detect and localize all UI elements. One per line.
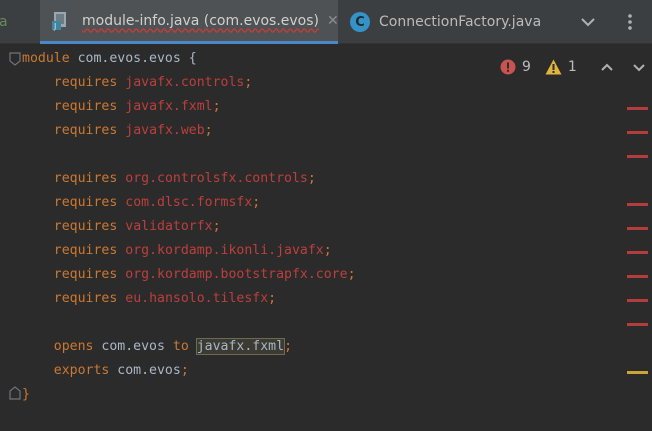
code-line-11: requires eu.hansolo.tilesfx; — [53, 291, 277, 306]
warning-count: 1 — [567, 59, 577, 75]
highlighted-reference: javafx.fxml — [195, 338, 286, 355]
error-stripe-marker[interactable] — [627, 227, 648, 230]
chevron-down-icon — [633, 64, 645, 72]
code-line-4: requires javafx.web; — [53, 123, 213, 138]
code-line-8: requires validatorfx; — [53, 219, 221, 234]
java-module-file-icon: J — [52, 11, 74, 31]
error-stripe-marker[interactable] — [627, 251, 648, 254]
code-line-3: requires javafx.fxml; — [53, 99, 221, 114]
warning-stripe-marker[interactable] — [627, 371, 648, 374]
code-line-2: requires javafx.controls; — [53, 75, 253, 90]
svg-text:J: J — [53, 22, 56, 31]
chevron-up-icon — [601, 63, 613, 71]
code-line-15: } — [22, 387, 30, 402]
error-stripe-marker[interactable] — [627, 203, 648, 206]
fold-start-icon[interactable] — [9, 52, 21, 66]
show-hidden-tabs-button[interactable] — [568, 0, 608, 44]
code-line-13: opens com.evos to javafx.fxml; — [53, 338, 293, 355]
error-icon — [500, 59, 516, 75]
error-stripe-marker[interactable] — [627, 107, 648, 110]
error-stripe-marker[interactable] — [627, 299, 648, 302]
inspection-widget[interactable]: 9 1 — [500, 55, 649, 79]
tab-partial-label: a — [0, 14, 8, 30]
tab-partial[interactable]: a — [0, 0, 10, 44]
code-line-7: requires com.dlsc.formsfx; — [53, 195, 261, 210]
previous-highlight-button[interactable] — [597, 57, 617, 77]
tab-label: ConnectionFactory.java — [379, 14, 542, 30]
fold-end-icon[interactable] — [9, 386, 21, 400]
tab-options-button[interactable] — [610, 0, 650, 44]
tab-connection-factory[interactable]: C ConnectionFactory.java — [346, 0, 542, 44]
code-line-9: requires org.kordamp.ikonli.javafx; — [53, 243, 332, 258]
error-stripe-marker[interactable] — [627, 155, 648, 158]
error-stripe-marker[interactable] — [627, 131, 648, 134]
tab-module-info[interactable]: J module-info.java (com.evos.evos) ✕ — [40, 0, 339, 44]
tab-label: module-info.java (com.evos.evos) — [82, 12, 320, 29]
code-editor[interactable]: module com.evos.evos { requires javafx.c… — [0, 45, 652, 431]
warning-icon — [545, 59, 562, 75]
error-count: 9 — [522, 59, 531, 75]
code-line-10: requires org.kordamp.bootstrapfx.core; — [53, 267, 356, 282]
code-line-14: exports com.evos; — [53, 363, 189, 378]
code-line-1: module com.evos.evos { — [22, 51, 197, 66]
code-line-6: requires org.controlsfx.controls; — [53, 171, 316, 186]
next-highlight-button[interactable] — [629, 57, 649, 77]
class-icon: C — [350, 12, 370, 32]
error-stripe-marker[interactable] — [627, 275, 648, 278]
more-vertical-icon — [628, 14, 632, 30]
error-stripe-marker[interactable] — [627, 323, 648, 326]
close-icon[interactable]: ✕ — [327, 13, 339, 29]
editor-tab-bar: a J module-info.java (com.evos.evos) ✕ C… — [0, 0, 652, 44]
chevron-down-icon — [581, 18, 595, 27]
